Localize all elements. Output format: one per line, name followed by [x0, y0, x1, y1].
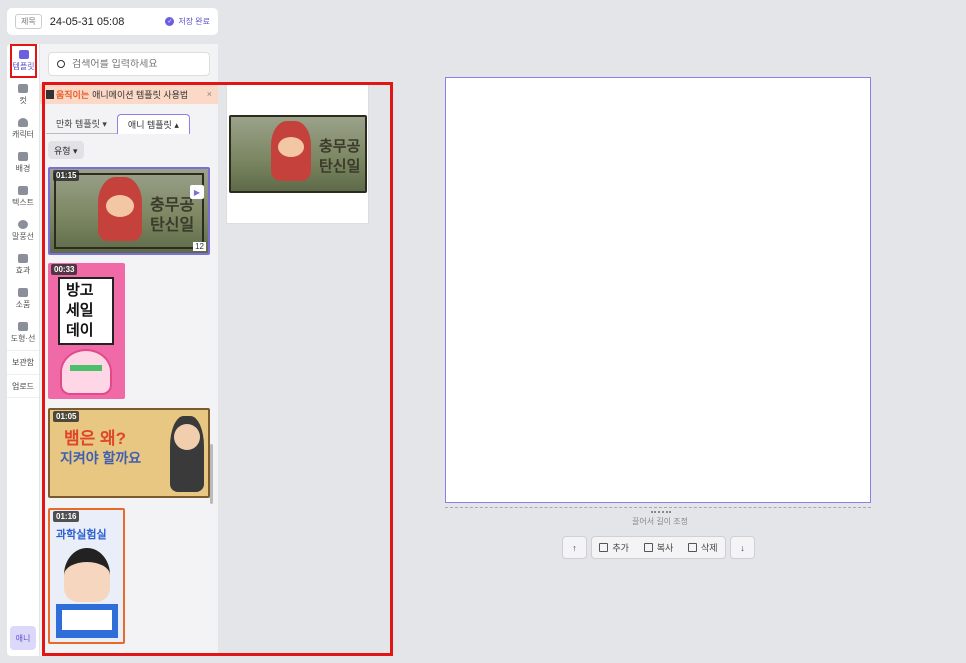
props-icon [18, 288, 28, 297]
play-icon[interactable]: ▶ [190, 185, 204, 199]
template-card[interactable]: 방고 세일 데이 00:33 [48, 263, 125, 399]
title-bar: 제목 24-05-31 05:08 ✓ 저장 완료 [7, 8, 218, 35]
copy-icon [643, 543, 653, 552]
banner-highlight: 움직이는 [56, 89, 90, 100]
search-box[interactable] [48, 52, 210, 76]
edit-controls: 추가 복사 삭제 [591, 536, 726, 559]
close-icon[interactable]: × [207, 89, 212, 99]
clapperboard-icon [46, 89, 54, 99]
drag-handle-icon[interactable] [651, 511, 671, 514]
sidebar-item-label: 컷 [19, 96, 27, 105]
sidebar-item-label: 텍스트 [11, 198, 35, 207]
sidebar-item-label: 템플릿 [12, 62, 35, 71]
sidebar-item-props[interactable]: 소품 [7, 282, 39, 316]
save-status-label: 저장 완료 [178, 17, 210, 26]
character-icon [18, 118, 28, 127]
add-label: 추가 [612, 543, 629, 553]
template-title: 뱀은 왜? [64, 429, 127, 448]
sidebar-item-shape[interactable]: 도형·선 [7, 316, 39, 350]
template-title: 과학실험실 [56, 529, 107, 541]
template-card[interactable]: 뱀은 왜? 지켜야 할까요 01:05 [48, 408, 210, 498]
template-character [60, 349, 112, 395]
preview-title: 충무공 [319, 138, 361, 155]
template-title: 데이 [66, 322, 94, 339]
add-button[interactable]: 추가 [599, 541, 629, 554]
sidebar-item-label: 효과 [15, 266, 31, 275]
document-title[interactable]: 24-05-31 05:08 [50, 16, 166, 28]
search-icon [57, 60, 65, 68]
copy-label: 복사 [656, 543, 674, 553]
canvas-resize-line[interactable] [445, 507, 871, 509]
template-character-face [174, 424, 200, 450]
preview-title: 탄신일 [319, 158, 361, 175]
tab-comic-templates[interactable]: 만화 템플릿 ▾ [46, 114, 117, 134]
sidebar-item-label: 소품 [15, 300, 31, 309]
text-icon [18, 186, 28, 195]
sidebar-item-cut[interactable]: 컷 [7, 78, 39, 112]
sidebar-item-upload[interactable]: 업로드 [7, 374, 39, 398]
sidebar-item-template[interactable]: 템플릿 [10, 44, 37, 78]
template-character-glasses [70, 365, 102, 371]
duration-badge: 00:33 [51, 264, 78, 275]
sidebar-item-storage[interactable]: 보관함 [7, 350, 39, 374]
template-character [64, 548, 110, 602]
check-icon: ✓ [165, 17, 175, 26]
template-card[interactable]: 과학실험실 01:16 [48, 508, 125, 644]
template-note [62, 610, 112, 630]
template-preview: 충무공 탄신일 [226, 84, 369, 224]
sidebar-item-label: 말풍선 [11, 232, 35, 241]
save-status: ✓ 저장 완료 [165, 16, 210, 27]
banner-text: 애니메이션 템플릿 사용법 [92, 89, 189, 100]
move-down-button[interactable]: ↓ [730, 536, 755, 559]
duration-badge: 01:15 [53, 170, 80, 181]
sidebar-item-text[interactable]: 텍스트 [7, 180, 39, 214]
template-panel: 움직이는 애니메이션 템플릿 사용법 × 만화 템플릿 ▾ 애니 템플릿 ▴ 유… [40, 44, 218, 656]
sidebar-item-effect[interactable]: 효과 [7, 248, 39, 282]
drag-label: 끌어서 길이 조정 [632, 517, 688, 526]
search-input[interactable] [72, 58, 202, 70]
sidebar-item-speech-bubble[interactable]: 말풍선 [7, 214, 39, 248]
sidebar-item-character[interactable]: 캐릭터 [7, 112, 39, 146]
template-card[interactable]: 충무공 탄신일 01:15 ▶ 12 [48, 167, 210, 255]
type-filter-button[interactable]: 유형 ▾ [48, 141, 84, 159]
preview-image: 충무공 탄신일 [229, 115, 367, 193]
tab-ani-templates[interactable]: 애니 템플릿 ▴ [116, 114, 190, 134]
sidebar-item-label: 캐릭터 [11, 130, 35, 139]
sidebar-item-label: 도형·선 [10, 334, 36, 343]
template-icon [18, 50, 29, 59]
template-tabs: 만화 템플릿 ▾ 애니 템플릿 ▴ [46, 114, 190, 134]
delete-label: 삭제 [701, 543, 718, 553]
sidebar-item-background[interactable]: 배경 [7, 146, 39, 180]
template-title: 지켜야 할까요 [60, 450, 142, 466]
animation-guide-banner[interactable]: 움직이는 애니메이션 템플릿 사용법 × [40, 84, 218, 104]
speech-bubble-icon [18, 220, 28, 229]
title-tag[interactable]: 제목 [15, 14, 42, 29]
arrow-down-icon: ↓ [740, 542, 745, 553]
arrow-up-icon: ↑ [572, 542, 577, 553]
background-icon [18, 152, 28, 161]
trash-icon [688, 543, 698, 552]
delete-button[interactable]: 삭제 [688, 541, 718, 554]
duration-badge: 01:05 [53, 411, 80, 422]
template-title: 세일 [66, 302, 94, 319]
preview-character-face [278, 137, 304, 157]
ani-button[interactable]: 애니 [10, 626, 36, 650]
move-up-button[interactable]: ↑ [562, 536, 587, 559]
sidebar-item-label: 배경 [15, 164, 31, 173]
copy-button[interactable]: 복사 [643, 541, 674, 554]
duration-badge: 01:16 [53, 511, 80, 522]
panel-scrollbar[interactable] [210, 444, 213, 504]
page-count-badge: 12 [193, 242, 206, 251]
add-icon [599, 543, 609, 552]
template-title: 방고 [66, 282, 94, 299]
template-title: 탄신일 [150, 217, 195, 234]
cut-icon [18, 84, 28, 93]
shape-icon [18, 322, 28, 331]
editing-canvas[interactable] [445, 77, 871, 503]
effect-icon [18, 254, 28, 263]
template-character-face [106, 195, 134, 217]
tool-sidebar: 템플릿 컷 캐릭터 배경 텍스트 말풍선 효과 소품 도형·선 보관함 업로드 … [7, 44, 39, 656]
